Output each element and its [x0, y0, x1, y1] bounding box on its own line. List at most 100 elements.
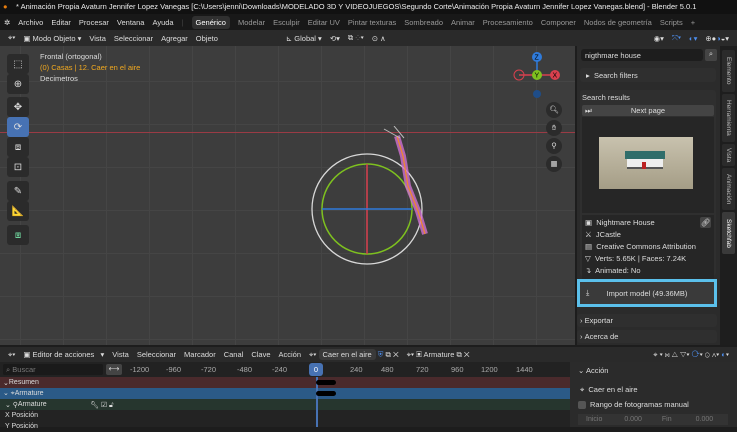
editor-type-icon[interactable]: ⌖▾: [8, 350, 15, 360]
search-filters-label: Search filters: [593, 70, 638, 80]
add-cube-tool[interactable]: ⧆: [7, 225, 29, 245]
keyframe-summary-bar[interactable]: [316, 380, 336, 385]
acerca-panel[interactable]: › Acerca de: [577, 330, 717, 343]
tab-animacion[interactable]: Animación: [722, 168, 735, 210]
menu-ventana[interactable]: Ventana: [117, 18, 145, 27]
menu-clave[interactable]: Clave: [251, 350, 270, 359]
action-name[interactable]: Caer en el aire: [318, 348, 376, 360]
search-input[interactable]: nigthmare house: [581, 49, 703, 61]
channel-search-input[interactable]: ⌕ Buscar: [3, 364, 103, 375]
menu-vista[interactable]: Vista: [89, 34, 106, 43]
next-page-button[interactable]: ⏭ Next page: [582, 105, 714, 116]
select-box-tool[interactable]: ⬚: [7, 54, 29, 74]
menu-accion[interactable]: Acción: [279, 350, 302, 359]
menu-procesar[interactable]: Procesar: [79, 18, 109, 27]
add-workspace-button[interactable]: +: [691, 18, 695, 27]
manual-range-checkbox[interactable]: Rango de fotogramas manual: [578, 400, 689, 409]
import-model-button[interactable]: ⤓ Import model (49.36MB): [577, 279, 717, 307]
armature-rig[interactable]: [300, 126, 450, 266]
menu-objeto[interactable]: Objeto: [196, 34, 218, 43]
menu-archivo[interactable]: Archivo: [18, 18, 43, 27]
model-thumbnail[interactable]: [599, 137, 693, 189]
overlay-toggle-icon[interactable]: ◐▾: [689, 34, 697, 43]
model-thumbnail-area[interactable]: [582, 117, 714, 213]
tab-elemento[interactable]: Elemento: [722, 50, 735, 92]
menu-seleccionar[interactable]: Seleccionar: [114, 34, 153, 43]
menu-vista[interactable]: Vista: [112, 350, 129, 359]
fin-field[interactable]: 0.000: [696, 416, 714, 423]
menu-canal[interactable]: Canal: [224, 350, 244, 359]
sync-icon[interactable]: ⟷: [106, 364, 122, 375]
channel-resumen[interactable]: ⌄ Resumen: [0, 377, 570, 388]
action-selector[interactable]: ⌖▾ Caer en el aire ⛨ ⧉ ✕: [309, 348, 399, 360]
fake-user-shield-icon[interactable]: ⛨: [378, 350, 384, 359]
visibility-icon[interactable]: ◉▾: [654, 34, 664, 43]
channel-armature-data[interactable]: ⌄ ⚲ Armature: [0, 399, 570, 410]
search-filters-panel[interactable]: ▸ Search filters: [580, 68, 716, 82]
exportar-panel[interactable]: › Exportar: [577, 314, 717, 327]
rotate-tool[interactable]: ⟳: [7, 117, 29, 137]
camera-icon[interactable]: ⚲: [546, 138, 562, 154]
tab-componer[interactable]: Componer: [541, 18, 576, 27]
channel-x-posicion[interactable]: X Posición: [0, 410, 570, 421]
menu-ayuda[interactable]: Ayuda: [152, 18, 173, 27]
navigation-gizmo[interactable]: Z X Y: [505, 46, 575, 106]
menu-seleccionar[interactable]: Seleccionar: [137, 350, 176, 359]
tab-vista[interactable]: Vista: [722, 144, 735, 166]
channel-armature-object[interactable]: ⌄ ⌖ Armature: [0, 388, 570, 399]
object-selector[interactable]: ⌖▾ ▣ Armature ⧉ ✕: [407, 350, 470, 360]
orientation-dropdown[interactable]: ⊾ Global ▾: [286, 34, 322, 43]
mode-dropdown[interactable]: ▣ Modo Objeto ▾: [23, 34, 81, 43]
tab-modelar[interactable]: Modelar: [238, 18, 265, 27]
close-icon[interactable]: ✕: [464, 350, 470, 359]
tab-scripts[interactable]: Scripts: [660, 18, 683, 27]
tab-esculpir[interactable]: Esculpir: [273, 18, 300, 27]
tab-procesamiento[interactable]: Procesamiento: [483, 18, 533, 27]
tab-nodos-geometria[interactable]: Nodos de geometría: [584, 18, 652, 27]
menu-agregar[interactable]: Agregar: [161, 34, 188, 43]
action-panel-header[interactable]: ⌄ Acción: [578, 366, 608, 375]
tab-sombreado[interactable]: Sombreado: [404, 18, 443, 27]
gizmo-toggle-icon[interactable]: ⤧▾: [672, 33, 681, 43]
pivot-icon[interactable]: ⟲▾: [330, 34, 340, 43]
channel-toggle-icons[interactable]: 🔧︎ ☑ 🔓︎: [90, 401, 114, 410]
link-icon[interactable]: 🔗︎: [700, 217, 711, 228]
annotate-tool[interactable]: ✎: [7, 181, 29, 201]
action-properties-panel: ⌄ Acción ⌖ Caer en el aire Rango de foto…: [570, 362, 737, 427]
tab-pintar-texturas[interactable]: Pintar texturas: [348, 18, 396, 27]
blender-menu-icon[interactable]: ✲: [4, 18, 10, 27]
tab-generico[interactable]: Genérico: [191, 15, 230, 29]
editor-type-icon[interactable]: ⌖▾: [8, 33, 15, 43]
search-icon[interactable]: ⌕: [705, 49, 717, 61]
scale-tool[interactable]: ⧈: [7, 137, 29, 157]
snap-icon[interactable]: ⧉ ⁘▾: [348, 33, 364, 43]
timeline-filters-icon[interactable]: ⌖ ▾ ⋈ △ ▽▾ ⟳▾ ⊙ ∧▾ ◐▾: [653, 350, 729, 360]
manual-range-label: Rango de fotogramas manual: [590, 400, 689, 409]
tab-herramienta[interactable]: Herramienta: [722, 94, 735, 142]
zoom-view-icon[interactable]: 🔍︎: [546, 102, 562, 118]
transform-tool[interactable]: ⊡: [7, 157, 29, 177]
menu-editar[interactable]: Editar: [51, 18, 71, 27]
current-frame-indicator[interactable]: 0: [309, 363, 323, 376]
menu-marcador[interactable]: Marcador: [184, 350, 216, 359]
editor-mode-dropdown[interactable]: ▣ Editor de acciones ▾: [23, 350, 104, 359]
move-tool[interactable]: ✥: [7, 97, 29, 117]
inicio-field[interactable]: 0.000: [624, 416, 642, 423]
pan-hand-icon[interactable]: ✋︎: [546, 120, 562, 136]
close-icon[interactable]: ✕: [393, 350, 399, 359]
tab-animar[interactable]: Animar: [451, 18, 475, 27]
exportar-label: Exportar: [584, 316, 613, 325]
proportional-edit-icon[interactable]: ⊙ ∧: [372, 34, 386, 43]
tab-sketchfab[interactable]: Sketchfab: [722, 212, 735, 254]
3d-viewport[interactable]: ⬚ ⊕ ✥ ⟳ ⧈ ⊡ ✎ 📐 ⧆ Frontal (ortogonal) (0…: [0, 46, 575, 345]
keyframe-armature-bar[interactable]: [316, 391, 336, 396]
grid-view-icon[interactable]: ▦: [546, 156, 562, 172]
duplicate-icon[interactable]: ⧉: [386, 350, 391, 359]
tab-editar-uv[interactable]: Editar UV: [308, 18, 340, 27]
measure-tool[interactable]: 📐: [7, 201, 29, 221]
title-bar: ● * Animación Propia Avaturn Jennifer Lo…: [0, 0, 737, 14]
duplicate-icon[interactable]: ⧉: [456, 350, 461, 359]
shading-modes-icon[interactable]: ⊕●◑◒▾: [705, 34, 729, 43]
cursor-tool[interactable]: ⊕: [7, 74, 29, 94]
frame-ruler[interactable]: ⌕ Buscar ⟷ -1200 -960 -720 -480 -240 240…: [0, 362, 570, 377]
